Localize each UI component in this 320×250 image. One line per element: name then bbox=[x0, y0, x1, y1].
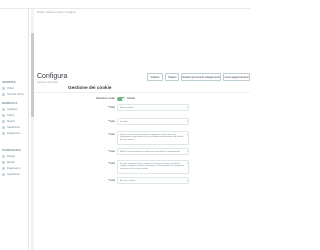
language-selector[interactable]: it bbox=[186, 177, 189, 184]
language-selector[interactable]: it bbox=[186, 148, 189, 155]
sidebar-item[interactable]: Moduli bbox=[2, 119, 15, 123]
sidebar-item[interactable]: Servizio clienti bbox=[2, 92, 24, 96]
language-selector[interactable]: it bbox=[186, 131, 189, 138]
sidebar-section-title: MODIFICA bbox=[2, 101, 18, 105]
language-selector[interactable]: it bbox=[186, 160, 189, 167]
text-field[interactable]: Rifiuta l'accettazione dei cookie per pr… bbox=[117, 148, 189, 155]
language-selector[interactable]: it bbox=[186, 104, 189, 111]
sidebar-section-title: CONFIGURA bbox=[2, 148, 22, 152]
enable-toggle-label: Attivato bbox=[127, 97, 135, 100]
translate-button[interactable]: Traduci bbox=[165, 73, 179, 81]
language-selector[interactable]: it bbox=[186, 118, 189, 125]
nav-icon bbox=[2, 119, 5, 123]
sidebar-item[interactable]: Clienti bbox=[2, 113, 14, 117]
sidebar-item[interactable]: Moduli bbox=[2, 160, 15, 164]
text-field[interactable]: Questo sito fa uso di cookie per miglior… bbox=[117, 131, 189, 145]
nav-icon bbox=[2, 125, 5, 129]
page-subtitle: Gestione del cookie bbox=[37, 81, 58, 84]
sidebar-item[interactable]: Spedizione bbox=[2, 125, 20, 129]
field-label: * Testo bbox=[107, 179, 115, 182]
field-label: * Testo bbox=[107, 133, 115, 136]
nav-icon bbox=[2, 154, 5, 158]
sidebar-item[interactable]: Design bbox=[2, 154, 15, 158]
field-label: * Testo bbox=[107, 150, 115, 153]
nav-icon bbox=[2, 160, 5, 164]
divider bbox=[34, 92, 250, 93]
breadcrumb[interactable]: Moduli / Gestione moduli / Configura bbox=[37, 11, 76, 14]
sidebar-item[interactable]: Spedizione bbox=[2, 172, 20, 176]
nav-icon bbox=[2, 131, 5, 135]
sidebar: VENDITE Ordini Servizio clienti MODIFICA… bbox=[0, 9, 29, 250]
section-title: Gestione dei cookie bbox=[68, 85, 112, 90]
sidebar-item[interactable]: Pagamento bbox=[2, 131, 20, 135]
sidebar-section-title: VENDITE bbox=[2, 80, 16, 84]
nav-icon bbox=[2, 172, 5, 176]
nav-icon bbox=[2, 166, 5, 170]
text-field[interactable]: Il cookie... bbox=[117, 118, 189, 125]
check-updates-button[interactable]: Cerca aggiornamenti bbox=[223, 73, 250, 81]
sidebar-item[interactable]: Ordini bbox=[2, 86, 14, 90]
field-label: * Testo bbox=[107, 120, 115, 123]
enable-label: Attivazione cookie bbox=[95, 97, 115, 100]
nav-icon bbox=[2, 92, 5, 96]
nav-icon bbox=[2, 107, 5, 111]
page-title: Configura bbox=[37, 73, 68, 80]
title-field[interactable]: Avviso cookie bbox=[117, 104, 189, 111]
sidebar-item[interactable]: Catalogo bbox=[2, 107, 17, 111]
sidebar-item[interactable]: Pagamento bbox=[2, 166, 20, 170]
manage-hooks-button[interactable]: Gestisci gli hook di collegamento bbox=[181, 73, 221, 81]
nav-icon bbox=[2, 86, 5, 90]
enable-toggle[interactable] bbox=[117, 97, 125, 101]
scrollbar-thumb[interactable] bbox=[31, 33, 34, 117]
top-bar bbox=[0, 0, 250, 9]
nav-icon bbox=[2, 113, 5, 117]
back-button[interactable]: Indietro bbox=[147, 73, 163, 81]
field-label: * Testo bbox=[107, 162, 115, 165]
field-label: * Titolo bbox=[107, 106, 115, 109]
text-field[interactable]: Se vuoi saperne di più o negare il conse… bbox=[117, 160, 189, 174]
text-field[interactable]: Accetto i cookie bbox=[117, 177, 189, 184]
